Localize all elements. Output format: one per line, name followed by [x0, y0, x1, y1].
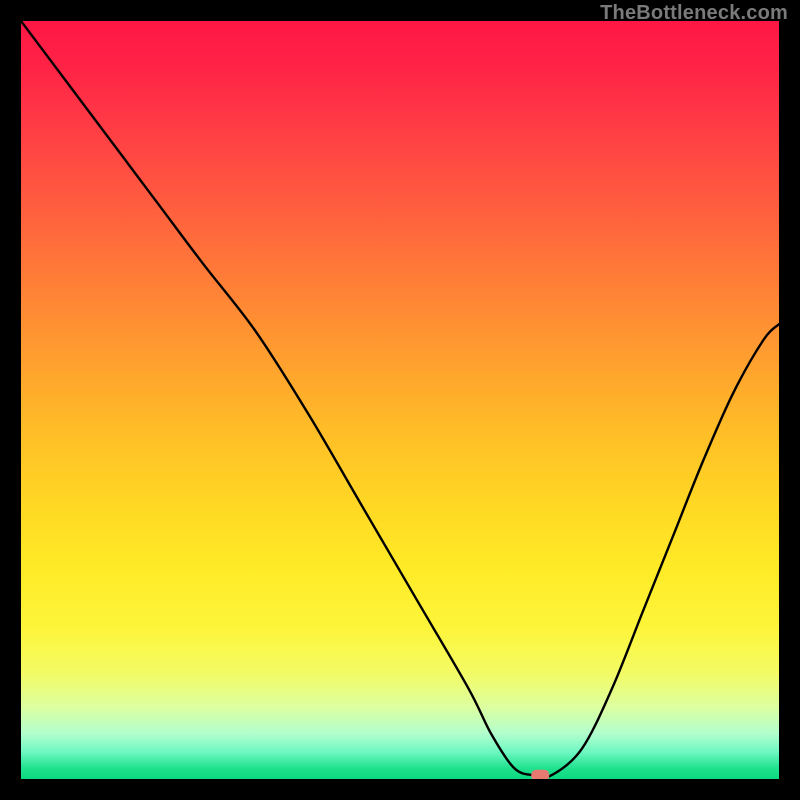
bottleneck-chart — [21, 21, 779, 779]
plot-background — [21, 21, 779, 779]
chart-frame: TheBottleneck.com — [0, 0, 800, 800]
optimal-marker — [531, 770, 549, 779]
